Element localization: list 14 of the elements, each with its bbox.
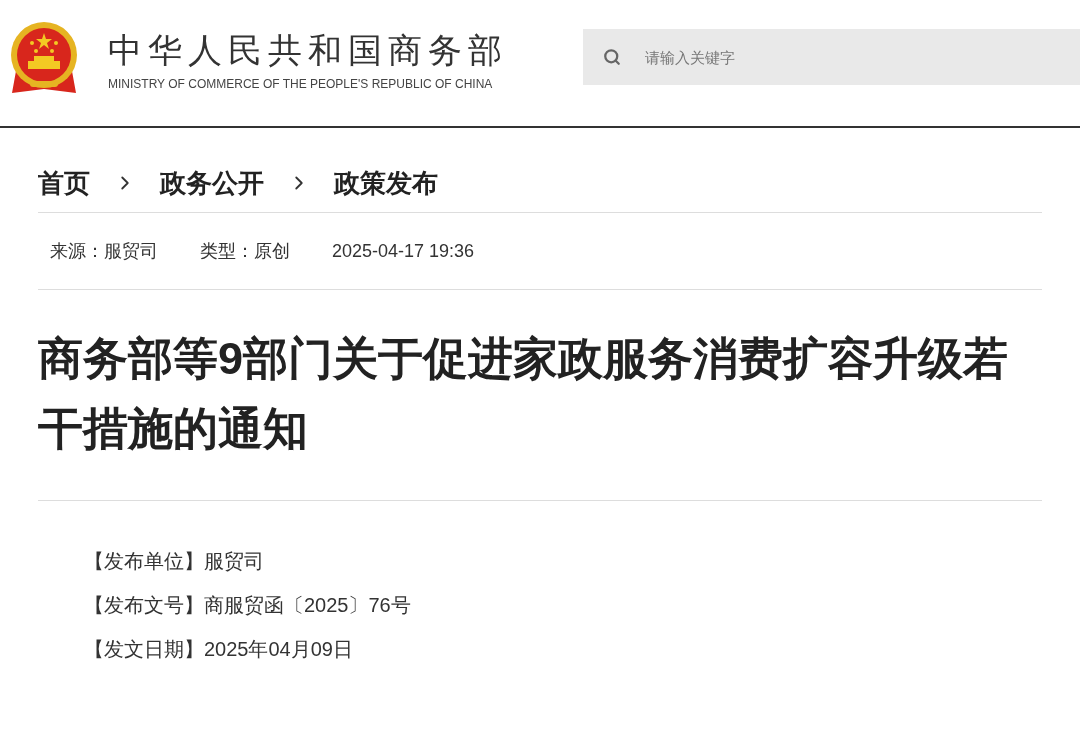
breadcrumb-link[interactable]: 首页 xyxy=(38,163,90,203)
meta-text: 类型：原创 xyxy=(200,239,290,263)
search-field[interactable]: 请输入关键字 xyxy=(583,29,1080,85)
site-title: 中华人民共和国商务部 xyxy=(108,30,508,70)
meta-text: 来源：服贸司 xyxy=(50,239,158,263)
info-line: 【发布文号】商服贸函〔2025〕76号 xyxy=(84,593,412,618)
breadcrumb-link[interactable]: 政策发布 xyxy=(334,163,438,203)
search-icon xyxy=(603,48,621,66)
breadcrumb-link[interactable]: 政务公开 xyxy=(160,163,264,203)
site-subtitle: MINISTRY OF COMMERCE OF THE PEOPLE'S REPUBLIC OF CHINA xyxy=(108,76,494,92)
info-line: 【发文日期】2025年04月09日 xyxy=(84,637,354,662)
meta-text: 2025-04-17 19:36 xyxy=(332,239,475,263)
info-line: 【发布单位】服贸司 xyxy=(84,549,265,574)
article-title: 商务部等9部门关于促进家政服务消费扩容升级若干措施的通知 xyxy=(38,332,1010,456)
